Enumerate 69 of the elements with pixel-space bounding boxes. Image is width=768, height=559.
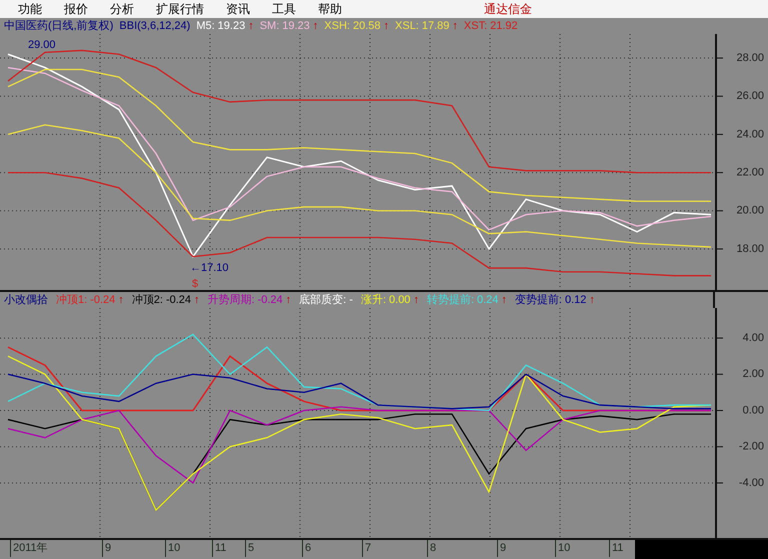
- legend-label: M5:: [196, 18, 215, 34]
- axis-label: 26.00: [736, 90, 764, 102]
- trend-arrow: ↑: [312, 18, 318, 34]
- axis-label: -2.00: [738, 440, 764, 453]
- legend-label: SM:: [260, 18, 280, 34]
- menu-item[interactable]: 分析: [110, 0, 134, 18]
- axis-label: 20.00: [736, 204, 764, 217]
- legend-label: 涨升:: [360, 292, 386, 308]
- price-annotation: ←17.10: [190, 262, 229, 274]
- axis-label: 0.00: [742, 404, 764, 416]
- date-label: 10: [165, 540, 180, 557]
- menu-item[interactable]: 功能: [18, 0, 42, 18]
- date-label: 7: [362, 540, 372, 557]
- trend-arrow: ↑: [384, 18, 390, 34]
- app-title: 通达信金: [484, 1, 532, 18]
- axis-label: 2.00: [742, 368, 764, 380]
- axis-label: 24.00: [736, 128, 764, 140]
- menu-item[interactable]: 资讯: [226, 0, 250, 18]
- axis-label: 22.00: [736, 166, 764, 178]
- trend-arrow: ↑: [501, 292, 507, 308]
- legend-value: -0.24: [166, 292, 192, 308]
- legend-value: 19.23: [218, 18, 246, 34]
- legend-label: XSH:: [324, 18, 350, 34]
- trend-arrow: ↑: [248, 18, 254, 34]
- axis-label: 28.00: [736, 52, 764, 64]
- date-label: 8: [427, 540, 436, 557]
- axis-label: 18.00: [736, 242, 764, 255]
- trend-arrow: ↑: [118, 292, 124, 308]
- legend-label: 冲顶1:: [56, 292, 88, 308]
- legend-value: 0.24: [477, 292, 498, 308]
- axis-label: 4.00: [742, 332, 764, 344]
- date-label: 9: [497, 540, 506, 557]
- date-label: 10: [555, 540, 570, 557]
- menu-item[interactable]: 报价: [64, 0, 88, 18]
- date-label: 2011年: [10, 540, 48, 557]
- menu-item[interactable]: 帮助: [318, 0, 342, 18]
- legend-value: 0.00: [389, 292, 410, 308]
- legend-value: -0.24: [90, 292, 116, 308]
- date-label: 11: [609, 540, 624, 557]
- trend-arrow: ↑: [452, 18, 458, 34]
- legend-value: 0.12: [564, 292, 586, 308]
- price-annotation: $: [192, 278, 198, 290]
- indicator-name: BBI(3,6,12,24): [119, 18, 190, 34]
- legend-label: 变势提前:: [514, 292, 562, 308]
- date-label: 5: [245, 540, 254, 557]
- legend-label: XSL:: [395, 18, 419, 34]
- legend-label: XST:: [464, 18, 488, 34]
- legend-label: 升势周期:: [208, 292, 255, 308]
- menu-item[interactable]: 扩展行情: [156, 0, 204, 18]
- trend-arrow: ↑: [194, 292, 200, 308]
- legend-value: 21.92: [490, 18, 518, 34]
- legend-value: -0.24: [258, 292, 283, 308]
- trend-arrow: ↑: [413, 292, 419, 308]
- indicator-title: 小改偶拾: [4, 292, 48, 308]
- legend-value: 19.23: [282, 18, 310, 34]
- price-annotation: 29.00: [28, 38, 56, 51]
- trend-arrow: ↑: [286, 292, 292, 308]
- legend-label: 冲顶2:: [132, 292, 163, 308]
- date-label: 6: [302, 540, 312, 557]
- stock-title: 中国医药(日线,前复权): [4, 18, 114, 34]
- legend-value: 底部质变: -: [299, 292, 353, 308]
- legend-label: 转势提前:: [426, 292, 474, 308]
- legend-value: 20.58: [352, 18, 381, 34]
- date-label: 11: [212, 540, 226, 557]
- axis-label: -4.00: [738, 476, 764, 489]
- date-label: 9: [102, 540, 112, 557]
- menu-item[interactable]: 工具: [272, 0, 296, 18]
- legend-value: 17.89: [422, 18, 450, 34]
- trend-arrow: ↑: [589, 292, 595, 308]
